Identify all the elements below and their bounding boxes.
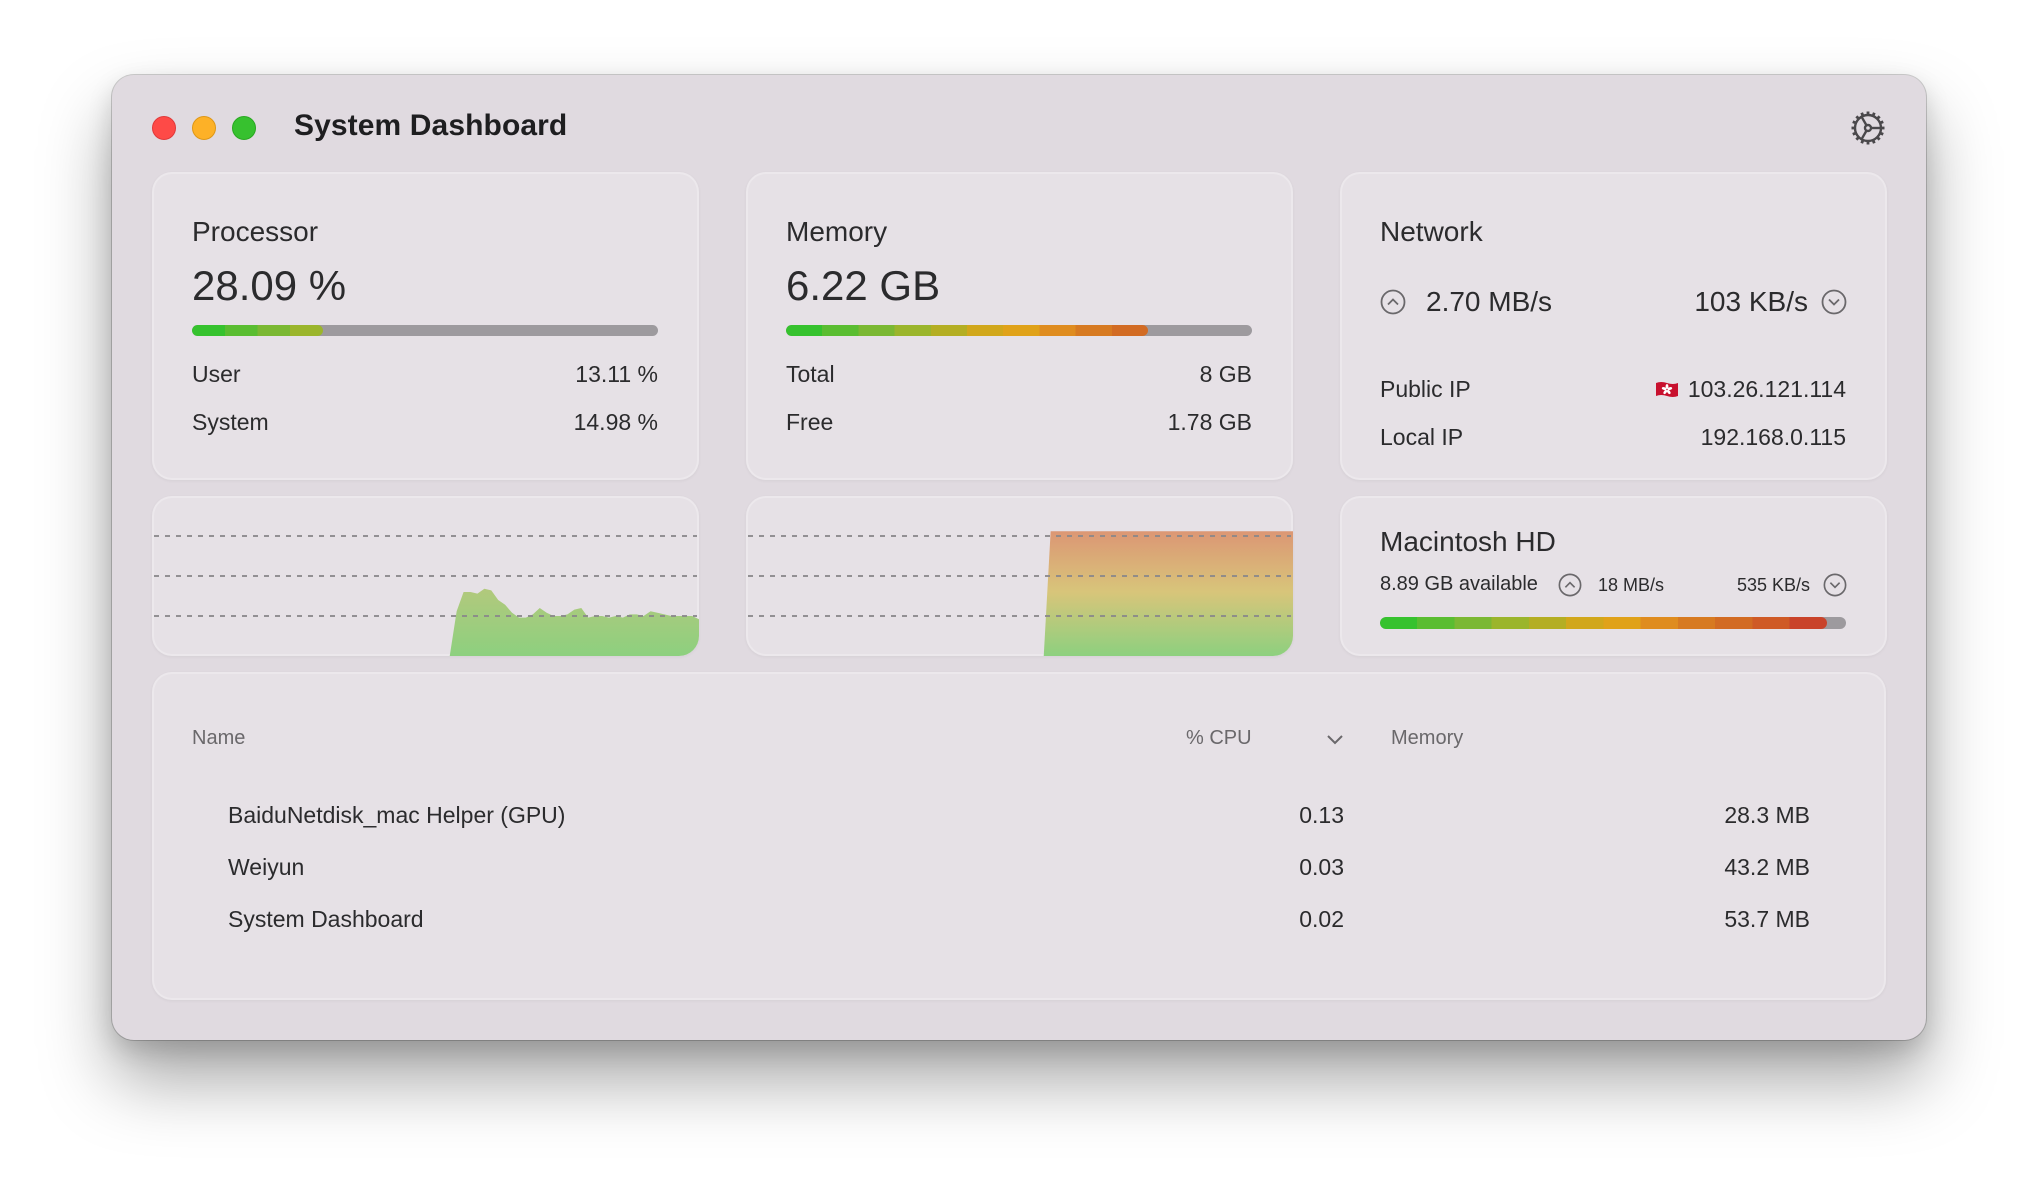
processor-system-label: System bbox=[192, 409, 269, 435]
process-cpu: 0.13 bbox=[1299, 802, 1344, 828]
memory-usage-bar-fill bbox=[786, 325, 1149, 336]
processor-card: Processor 28.09 % User 13.11 % System 14… bbox=[152, 172, 699, 480]
process-cpu: 0.02 bbox=[1299, 906, 1344, 932]
hong-kong-flag-icon bbox=[1655, 382, 1678, 397]
process-table: Name % CPU Memory BaiduNetdisk_mac Helpe… bbox=[152, 672, 1886, 1000]
table-row[interactable]: Weiyun 0.03 43.2 MB bbox=[152, 854, 1886, 894]
table-row[interactable]: BaiduNetdisk_mac Helper (GPU) 0.13 28.3 MB bbox=[152, 802, 1886, 842]
public-ip-row-value: 103.26.121.114 bbox=[1655, 376, 1846, 403]
chart-area bbox=[449, 588, 699, 656]
processor-user-value: 13.11 % bbox=[575, 361, 658, 387]
network-download-speed: 103 KB/s bbox=[1694, 286, 1808, 317]
table-row[interactable]: System Dashboard 0.02 53.7 MB bbox=[152, 906, 1886, 946]
disk-write-speed: 535 KB/s bbox=[1736, 575, 1810, 595]
processor-system-value: 14.98 % bbox=[573, 409, 658, 435]
gear-tooth bbox=[1866, 111, 1870, 116]
memory-history-chart bbox=[746, 496, 1293, 656]
column-header-memory[interactable]: Memory bbox=[1391, 727, 1463, 750]
memory-label: Memory bbox=[786, 216, 888, 247]
gear-tooth bbox=[1880, 126, 1885, 130]
app-window: System Dashboard Processor 28.09 % User … bbox=[112, 75, 1926, 1040]
disk-usage-bar bbox=[1380, 617, 1846, 629]
network-upload-speed: 2.70 MB/s bbox=[1426, 286, 1553, 317]
process-name: System Dashboard bbox=[228, 906, 424, 932]
maximize-button[interactable] bbox=[232, 116, 256, 140]
public-ip-label: Public IP bbox=[1380, 376, 1471, 402]
memory-total-value: 8 GB bbox=[1199, 361, 1252, 387]
memory-card: Memory 6.22 GB Total 8 GB Free 1.78 GB bbox=[746, 172, 1293, 480]
gear-tooth bbox=[1866, 140, 1870, 145]
processor-label: Processor bbox=[192, 216, 319, 247]
disk-read-speed: 18 MB/s bbox=[1598, 575, 1665, 595]
public-ip-value: 103.26.121.114 bbox=[1687, 376, 1846, 402]
chart-area bbox=[1043, 531, 1293, 656]
column-header-cpu[interactable]: % CPU bbox=[1186, 727, 1252, 750]
sort-descending-chevron-icon[interactable] bbox=[1324, 728, 1346, 750]
close-button[interactable] bbox=[152, 116, 176, 140]
process-memory: 28.3 MB bbox=[1724, 802, 1810, 828]
arrow-down-circle-icon bbox=[1821, 289, 1847, 315]
gear-icon[interactable] bbox=[1848, 108, 1888, 148]
processor-usage-value: 28.09 % bbox=[192, 262, 347, 309]
disk-name: Macintosh HD bbox=[1380, 526, 1556, 557]
local-ip-label: Local IP bbox=[1380, 424, 1464, 450]
process-cpu: 0.03 bbox=[1299, 854, 1344, 880]
network-card: Network 2.70 MB/s 103 KB/s Public IP 103 bbox=[1340, 172, 1887, 480]
disk-card: Macintosh HD 8.89 GB available 18 MB/s 5… bbox=[1340, 496, 1887, 656]
network-label: Network bbox=[1380, 216, 1483, 247]
memory-free-value: 1.78 GB bbox=[1167, 409, 1252, 435]
processor-history-svg bbox=[154, 535, 699, 656]
memory-used-value: 6.22 GB bbox=[786, 262, 941, 309]
process-memory: 53.7 MB bbox=[1724, 906, 1810, 932]
disk-write-icon bbox=[1823, 573, 1847, 597]
processor-user-label: User bbox=[192, 361, 241, 387]
memory-free-label: Free bbox=[786, 409, 834, 435]
processor-history-chart bbox=[152, 496, 699, 656]
gear-tooth bbox=[1851, 126, 1856, 130]
window-title: System Dashboard bbox=[294, 109, 568, 142]
column-header-name[interactable]: Name bbox=[192, 727, 245, 750]
processor-usage-bar-fill bbox=[192, 325, 323, 336]
arrow-up-circle-icon bbox=[1380, 289, 1406, 315]
memory-total-label: Total bbox=[786, 361, 835, 387]
local-ip-value: 192.168.0.115 bbox=[1700, 424, 1846, 450]
minimize-button[interactable] bbox=[192, 116, 216, 140]
process-name: Weiyun bbox=[228, 854, 305, 880]
process-name: BaiduNetdisk_mac Helper (GPU) bbox=[228, 802, 566, 828]
disk-read-icon bbox=[1558, 573, 1582, 597]
processor-usage-bar bbox=[192, 325, 658, 336]
memory-usage-bar bbox=[786, 325, 1252, 336]
process-memory: 43.2 MB bbox=[1724, 854, 1810, 880]
disk-available: 8.89 GB available bbox=[1380, 573, 1538, 595]
memory-history-svg bbox=[748, 531, 1293, 656]
disk-usage-bar-fill bbox=[1380, 617, 1828, 629]
